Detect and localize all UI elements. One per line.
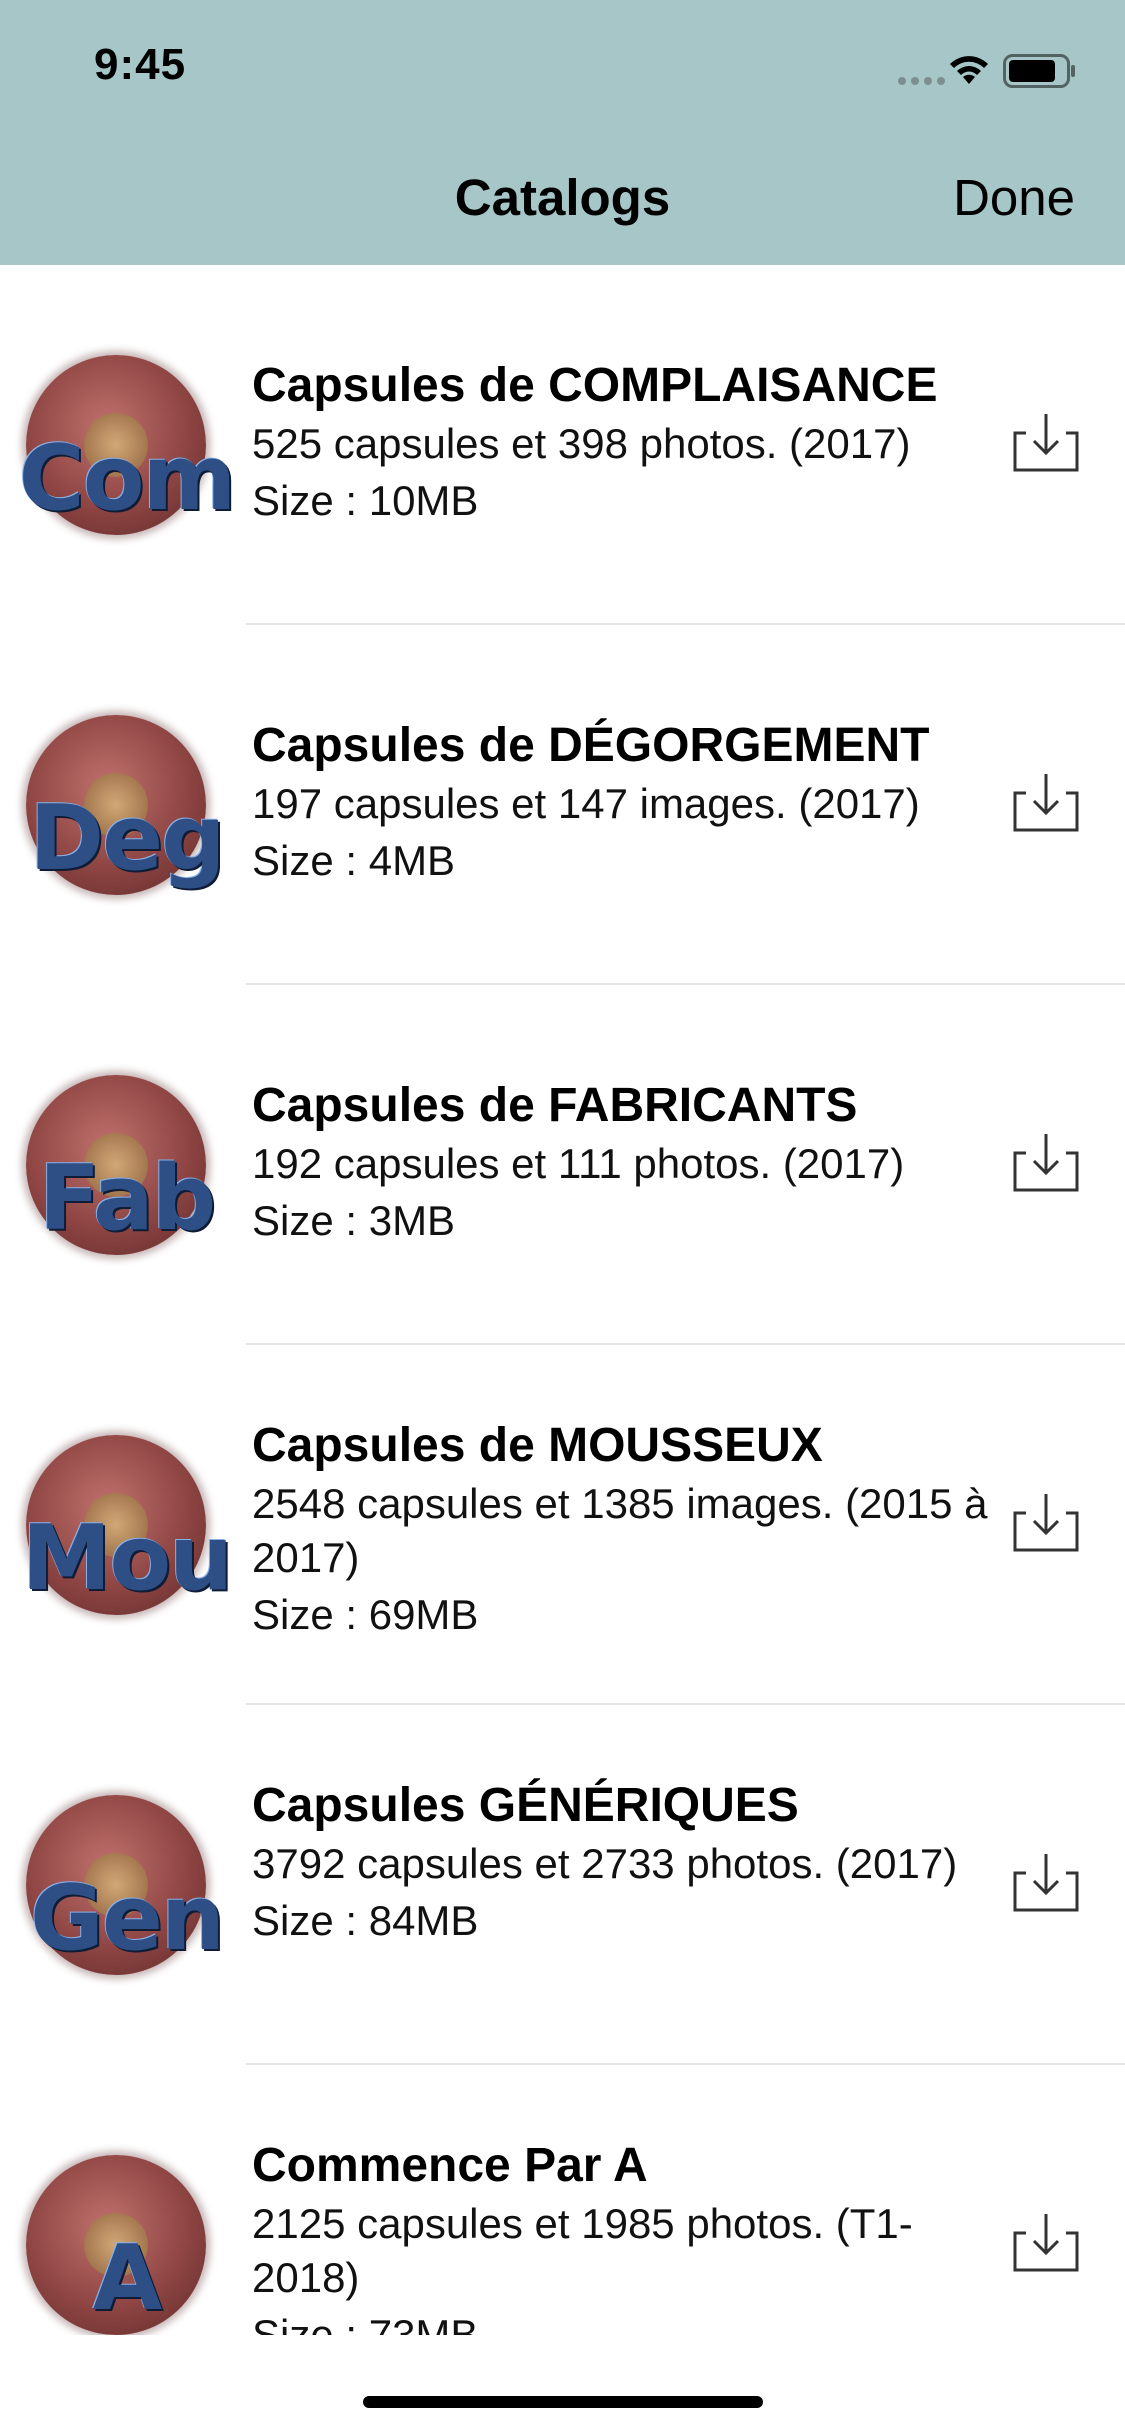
catalog-size: Size : 84MB [252, 1897, 479, 1944]
done-button[interactable]: Done [953, 168, 1075, 227]
catalog-thumbnail: Fab [14, 1065, 239, 1265]
catalog-thumbnail: Gen [14, 1785, 239, 1985]
download-icon[interactable] [1012, 771, 1080, 833]
wifi-icon [950, 56, 988, 84]
download-icon[interactable] [1012, 1131, 1080, 1193]
catalog-title: Capsules GÉNÉRIQUES [252, 1779, 799, 1832]
catalog-thumbnail: Com [14, 345, 239, 545]
catalog-row[interactable]: Gen Capsules GÉNÉRIQUES 3792 capsules et… [0, 1705, 1125, 2065]
catalog-row[interactable]: Mou Capsules de MOUSSEUX 2548 capsules e… [0, 1345, 1125, 1705]
status-time: 9:45 [94, 40, 187, 89]
catalog-row[interactable]: Deg Capsules de DÉGORGEMENT 197 capsules… [0, 625, 1125, 985]
header-bar: 9:45 Catalogs Done [0, 0, 1125, 265]
catalog-description: 2548 capsules et 1385 images. (2015 à 20… [252, 1480, 988, 1581]
catalog-title: Capsules de COMPLAISANCE [252, 359, 938, 412]
home-indicator[interactable] [363, 2396, 763, 2408]
signal-icon [898, 72, 952, 85]
catalog-size: Size : 69MB [252, 1591, 479, 1638]
catalog-row[interactable]: Fab Capsules de FABRICANTS 192 capsules … [0, 985, 1125, 1345]
download-icon[interactable] [1012, 411, 1080, 473]
catalog-thumbnail: Mou [14, 1425, 239, 1625]
catalog-abbr: Mou [21, 1506, 233, 1611]
download-icon[interactable] [1012, 1851, 1080, 1913]
catalog-size: Size : 3MB [252, 1197, 456, 1244]
catalog-row[interactable]: A Commence Par A 2125 capsules et 1985 p… [0, 2065, 1125, 2335]
catalog-title: Capsules de FABRICANTS [252, 1079, 858, 1132]
catalog-description: 192 capsules et 111 photos. (2017) [252, 1140, 905, 1187]
catalog-thumbnail: Deg [14, 705, 239, 905]
status-icons [887, 50, 1077, 90]
catalog-title: Capsules de DÉGORGEMENT [252, 719, 930, 772]
catalog-abbr: Com [18, 426, 237, 531]
catalog-size: Size : 73MB [252, 2311, 479, 2335]
catalog-abbr: Fab [38, 1146, 216, 1251]
download-icon[interactable] [1012, 1491, 1080, 1553]
catalog-abbr: Deg [29, 786, 225, 891]
catalog-abbr: A [92, 2226, 163, 2331]
catalog-description: 525 capsules et 398 photos. (2017) [252, 420, 911, 467]
catalog-list[interactable]: Com Capsules de COMPLAISANCE 525 capsule… [0, 265, 1125, 2335]
catalog-title: Capsules de MOUSSEUX [252, 1419, 823, 1472]
catalog-size: Size : 4MB [252, 837, 456, 884]
catalog-size: Size : 10MB [252, 477, 479, 524]
catalog-abbr: Gen [30, 1866, 225, 1971]
download-icon[interactable] [1012, 2211, 1080, 2273]
battery-icon [1003, 54, 1075, 88]
catalog-row[interactable]: Com Capsules de COMPLAISANCE 525 capsule… [0, 265, 1125, 625]
catalog-description: 197 capsules et 147 images. (2017) [252, 780, 920, 827]
catalog-description: 2125 capsules et 1985 photos. (T1-2018) [252, 2200, 913, 2301]
catalog-description: 3792 capsules et 2733 photos. (2017) [252, 1840, 958, 1887]
catalog-thumbnail: A [14, 2145, 239, 2335]
catalog-title: Commence Par A [252, 2139, 648, 2192]
